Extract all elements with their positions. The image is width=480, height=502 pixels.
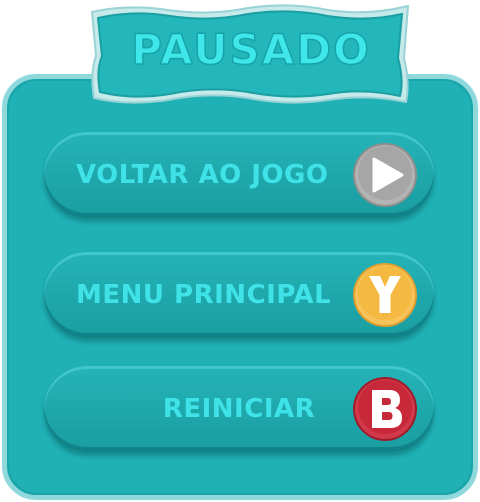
restart-button[interactable]: REINICIAR — [44, 366, 434, 452]
title-banner: PAUSADO — [88, 2, 414, 108]
main-menu-button[interactable]: MENU PRINCIPAL — [44, 252, 434, 338]
resume-game-label: VOLTAR AO JOGO — [76, 160, 329, 190]
b-button-icon — [352, 376, 418, 442]
resume-game-button[interactable]: VOLTAR AO JOGO — [44, 132, 434, 218]
y-button-icon — [352, 262, 418, 328]
main-menu-label: MENU PRINCIPAL — [76, 280, 332, 310]
play-icon — [352, 142, 418, 208]
page-title: PAUSADO — [130, 24, 371, 75]
pause-screen: PAUSADO VOLTAR AO JOGO MENU PRINCIPAL RE… — [0, 0, 480, 502]
